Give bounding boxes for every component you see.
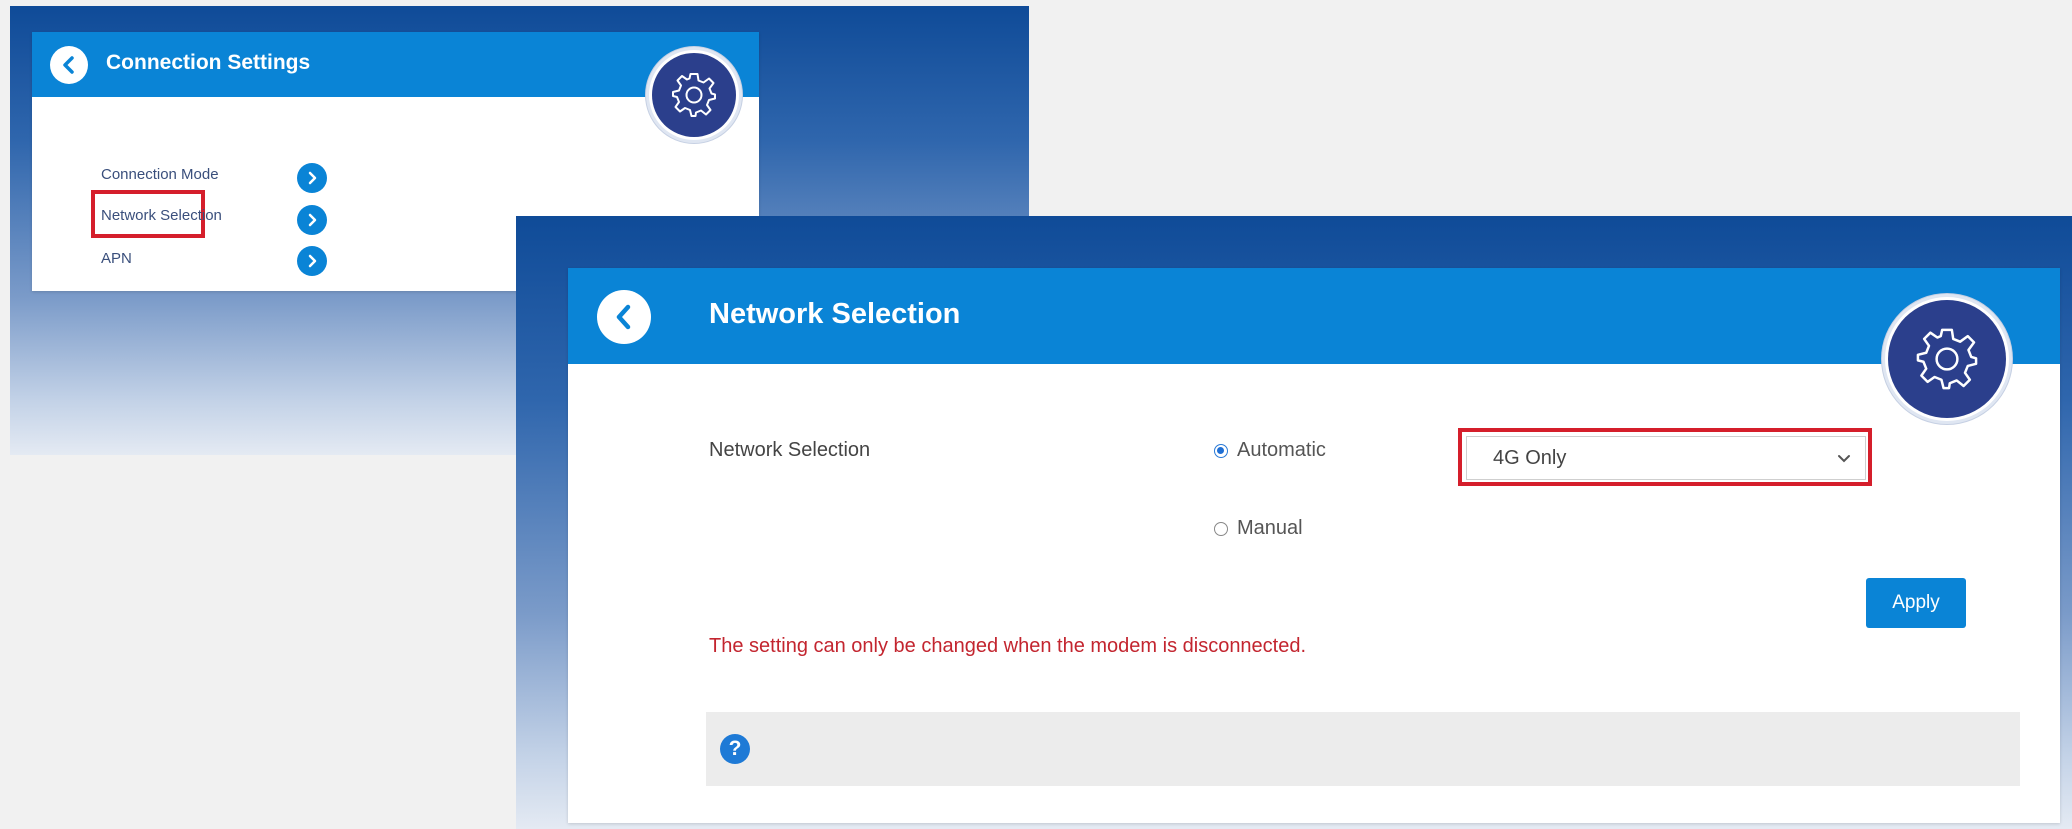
network-selection-card: Network Selection Network Selection Auto… (568, 268, 2060, 823)
menu-item-network-selection[interactable]: Network Selection (101, 207, 222, 224)
chevron-right-icon (308, 254, 317, 268)
chevron-right-icon (308, 213, 317, 227)
radio-automatic-indicator[interactable] (1214, 443, 1228, 458)
menu-item-connection-mode[interactable]: Connection Mode (101, 166, 219, 183)
chevron-left-icon (616, 304, 631, 330)
back-button[interactable] (50, 46, 88, 84)
apn-arrow-button[interactable] (297, 246, 327, 276)
card-header: Network Selection (568, 268, 2060, 364)
radio-manual[interactable]: Manual (1214, 517, 1303, 540)
chevron-left-icon (63, 56, 74, 74)
back-button[interactable] (597, 290, 651, 344)
radio-automatic[interactable]: Automatic (1214, 439, 1326, 462)
apply-button[interactable]: Apply (1866, 578, 1966, 628)
settings-badge (1888, 300, 2006, 418)
gear-icon (672, 73, 716, 117)
menu-item-apn[interactable]: APN (101, 250, 132, 267)
radio-automatic-label: Automatic (1237, 439, 1326, 461)
help-icon[interactable]: ? (720, 734, 750, 764)
network-mode-highlight (1458, 428, 1872, 486)
page-title: Network Selection (709, 298, 961, 330)
gear-icon (1916, 328, 1978, 390)
help-bar: ? (706, 712, 2020, 786)
connection-mode-arrow-button[interactable] (297, 163, 327, 193)
radio-manual-label: Manual (1237, 517, 1303, 539)
settings-badge (652, 53, 736, 137)
network-selection-label: Network Selection (709, 439, 871, 461)
page-title: Connection Settings (106, 51, 311, 74)
warning-message: The setting can only be changed when the… (709, 635, 1307, 657)
network-selection-window: Network Selection Network Selection Auto… (516, 216, 2072, 829)
radio-manual-indicator[interactable] (1214, 521, 1228, 536)
chevron-right-icon (308, 171, 317, 185)
network-selection-arrow-button[interactable] (297, 205, 327, 235)
card-header: Connection Settings (32, 32, 759, 97)
